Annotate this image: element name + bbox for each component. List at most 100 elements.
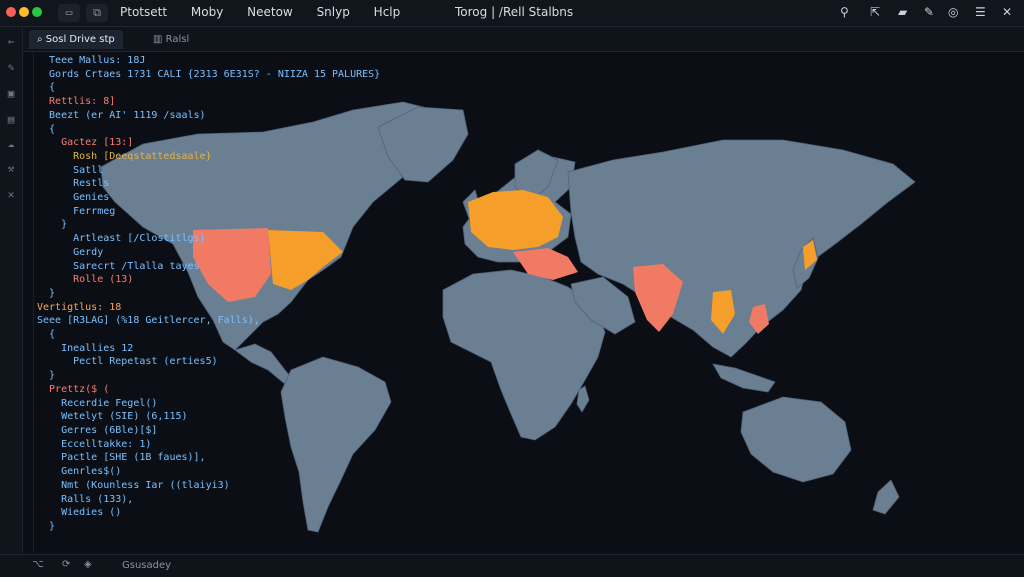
tab-active-label: Sosl Drive stp bbox=[45, 34, 115, 45]
code-text: Eccelltakke: 1) bbox=[37, 438, 152, 450]
title-bar: ▭ ⧉ Ptotsett Moby Neetow Snlyp Hclp Toro… bbox=[0, 0, 1024, 27]
code-line[interactable]: Vertigtlus: 18 bbox=[37, 301, 380, 315]
code-text: Recerdie Fegel() bbox=[37, 397, 158, 409]
code-text: Restls bbox=[37, 178, 110, 190]
tab-active[interactable]: ⌕ Sosl Drive stp bbox=[29, 30, 123, 49]
code-line[interactable]: Pactle [SHE (1B faues)], bbox=[37, 451, 380, 465]
code-text: { bbox=[37, 82, 56, 94]
code-text: Vertigtlus: 18 bbox=[37, 301, 122, 313]
code-text: { bbox=[37, 329, 56, 341]
menu-item-3[interactable]: Neetow bbox=[247, 5, 293, 19]
code-text: Beezt (er AI' 1119 /saals) bbox=[37, 109, 206, 121]
cloud-icon[interactable]: ☁ bbox=[4, 137, 18, 151]
menu-item-4[interactable]: Snlyp bbox=[317, 5, 350, 19]
tab-bar: ⌕ Sosl Drive stp ▥ Ralsl bbox=[23, 27, 1024, 52]
sidebar-toggle-icon[interactable]: ▭ bbox=[58, 4, 80, 22]
sync-icon[interactable]: ⟳ bbox=[62, 559, 70, 570]
tab-inactive[interactable]: ▥ Ralsl bbox=[145, 30, 197, 49]
code-line[interactable]: Sarecrt /Tlalla tayes bbox=[37, 260, 380, 274]
map-australia bbox=[740, 396, 852, 483]
code-line[interactable]: Gactez [13:] bbox=[37, 136, 380, 150]
code-text: Pectl Repetast (erties5) bbox=[37, 356, 218, 368]
account-icon[interactable]: ◎ bbox=[948, 5, 958, 19]
code-text: Rettlis: 8] bbox=[37, 96, 116, 108]
code-line[interactable]: Seee [R3LAG] (%18 Geitlercer, Falls), bbox=[37, 314, 380, 328]
code-line[interactable]: Genrles$() bbox=[37, 465, 380, 479]
code-line[interactable]: Gerres (6Ble)[$] bbox=[37, 424, 380, 438]
code-text: Genrles$() bbox=[37, 466, 122, 478]
code-line[interactable]: Eccelltakke: 1) bbox=[37, 438, 380, 452]
code-line[interactable]: Gords Crtaes 1?31 CALI {2313 6E31S? - NI… bbox=[37, 68, 380, 82]
code-line[interactable]: Restls bbox=[37, 177, 380, 191]
code-line[interactable]: Artleast [/Clostitlgs} bbox=[37, 232, 380, 246]
folder-icon[interactable]: ▰ bbox=[898, 5, 907, 19]
code-line[interactable]: } bbox=[37, 520, 380, 534]
code-text: Rolle (13) bbox=[37, 274, 134, 286]
code-line[interactable]: Rettlis: 8] bbox=[37, 95, 380, 109]
code-line[interactable]: Genies bbox=[37, 191, 380, 205]
menu-item-5[interactable]: Hclp bbox=[374, 5, 401, 19]
code-line[interactable]: Beezt (er AI' 1119 /saals) bbox=[37, 109, 380, 123]
code-line[interactable]: Recerdie Fegel() bbox=[37, 397, 380, 411]
extensions-icon[interactable]: ⚒ bbox=[4, 162, 18, 176]
window-title: Torog | /Rell Stalbns bbox=[455, 5, 574, 19]
code-line[interactable]: { bbox=[37, 328, 380, 342]
code-line[interactable]: { bbox=[37, 123, 380, 137]
code-text: } bbox=[37, 370, 56, 382]
code-line[interactable]: Wetelyt (SIE) (6,115) bbox=[37, 410, 380, 424]
code-text: Genies bbox=[37, 192, 110, 204]
settings-icon[interactable]: ☰ bbox=[975, 5, 986, 19]
code-line[interactable]: Ralls (133), bbox=[37, 493, 380, 507]
minimize-window-button[interactable] bbox=[19, 7, 29, 17]
code-line[interactable]: Ferrmeg bbox=[37, 205, 380, 219]
code-line[interactable]: } bbox=[37, 218, 380, 232]
tools-icon[interactable]: ✕ bbox=[4, 188, 18, 202]
code-line[interactable]: } bbox=[37, 369, 380, 383]
code-overlay: Teee Mallus: 18J Gords Crtaes 1?31 CALI … bbox=[37, 54, 380, 534]
share-icon[interactable]: ⇱ bbox=[870, 5, 880, 19]
code-line[interactable]: Ineallies 12 bbox=[37, 342, 380, 356]
code-text: Gerres (6Ble)[$] bbox=[37, 424, 158, 436]
code-text: Satll bbox=[37, 164, 104, 176]
branch-icon[interactable]: ⌥ bbox=[32, 559, 44, 570]
status-label: Gsusadey bbox=[122, 560, 172, 571]
code-line[interactable]: Satll bbox=[37, 164, 380, 178]
menu-item-1[interactable]: Ptotsett bbox=[120, 5, 167, 19]
code-line[interactable]: { bbox=[37, 81, 380, 95]
layout-icon[interactable]: ⧉ bbox=[86, 4, 108, 22]
editor-pane[interactable]: Teee Mallus: 18J Gords Crtaes 1?31 CALI … bbox=[23, 52, 1024, 552]
pen-icon[interactable]: ✎ bbox=[924, 5, 934, 19]
edit-icon[interactable]: ✎ bbox=[4, 61, 18, 75]
close-icon[interactable]: ✕ bbox=[1002, 5, 1012, 19]
code-text: Teee Mallus: 18J bbox=[37, 55, 146, 66]
menu-item-2[interactable]: Moby bbox=[191, 5, 223, 19]
menu-bar: Ptotsett Moby Neetow Snlyp Hclp bbox=[120, 5, 420, 19]
code-line[interactable]: Nmt (Kounless Iar ((tlaiyi3) bbox=[37, 479, 380, 493]
code-text: Seee [R3LAG] (%18 Geitlercer, Falls), bbox=[37, 315, 260, 327]
close-window-button[interactable] bbox=[6, 7, 16, 17]
code-line[interactable]: Prettz($ ( bbox=[37, 383, 380, 397]
code-line[interactable]: Rosh [Deeqstattedsaale} bbox=[37, 150, 380, 164]
list-icon[interactable]: ▤ bbox=[4, 113, 18, 127]
mic-icon[interactable]: ⚲ bbox=[840, 5, 849, 19]
back-arrow-icon[interactable]: ← bbox=[4, 35, 18, 49]
map-madagascar bbox=[576, 385, 590, 413]
status-bar: ⌥ ⟳ ◈ Gsusadey bbox=[0, 554, 1024, 577]
code-text: Gords Crtaes 1?31 CALI {2313 6E31S? - NI… bbox=[37, 68, 381, 80]
code-text: } bbox=[37, 219, 68, 231]
maximize-window-button[interactable] bbox=[32, 7, 42, 17]
code-line[interactable]: Rolle (13) bbox=[37, 273, 380, 287]
code-text: } bbox=[37, 287, 56, 299]
code-text: Nmt (Kounless Iar ((tlaiyi3) bbox=[37, 479, 230, 491]
code-text: Gerdy bbox=[37, 246, 104, 258]
problems-icon[interactable]: ◈ bbox=[84, 559, 92, 570]
code-text: Sarecrt /Tlalla tayes bbox=[37, 260, 200, 272]
tab-inactive-label: Ralsl bbox=[165, 34, 190, 45]
files-icon[interactable]: ▣ bbox=[4, 87, 18, 101]
code-line[interactable]: Teee Mallus: 18J bbox=[37, 54, 380, 68]
code-line[interactable]: } bbox=[37, 287, 380, 301]
code-text: Ferrmeg bbox=[37, 205, 116, 217]
code-line[interactable]: Gerdy bbox=[37, 246, 380, 260]
code-line[interactable]: Wiedies () bbox=[37, 506, 380, 520]
code-line[interactable]: Pectl Repetast (erties5) bbox=[37, 355, 380, 369]
